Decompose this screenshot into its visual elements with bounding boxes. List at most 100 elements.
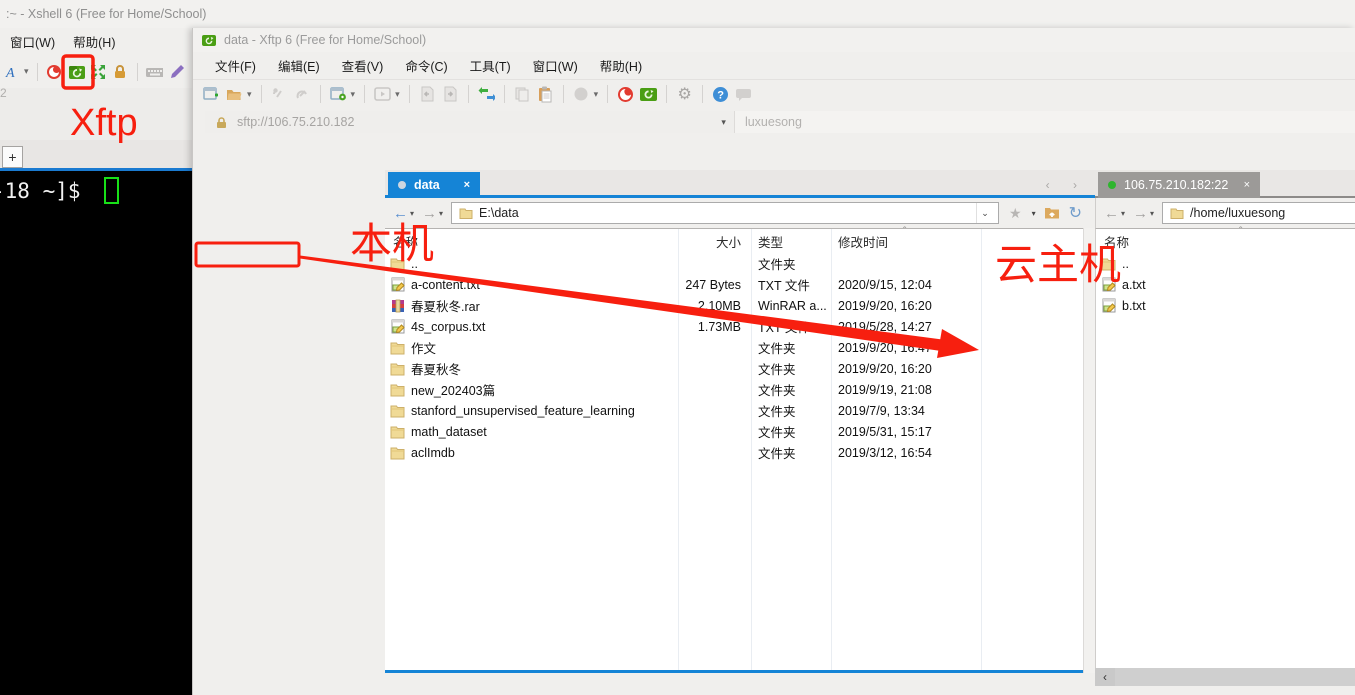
- xshell-menu-help[interactable]: 帮助(H): [73, 32, 115, 51]
- file-row[interactable]: ..: [1096, 253, 1355, 274]
- file-name[interactable]: new_202403篇: [411, 380, 495, 399]
- dropdown-caret[interactable]: ▾: [395, 89, 400, 100]
- terminal[interactable]: -18 ~]$: [0, 168, 192, 695]
- forward-dropdown-caret[interactable]: ▾: [439, 209, 443, 218]
- file-name[interactable]: 春夏秋冬.rar: [411, 296, 480, 315]
- copy-icon[interactable]: [514, 86, 531, 103]
- doc-back-icon[interactable]: [419, 86, 436, 103]
- disconnect-icon[interactable]: [271, 86, 288, 103]
- file-row[interactable]: aclImdb文件夹2019/3/12, 16:54: [385, 442, 1083, 463]
- menu-file[interactable]: 文件(F): [215, 56, 256, 75]
- menu-edit[interactable]: 编辑(E): [278, 56, 320, 75]
- file-row[interactable]: 春夏秋冬.rar2.10MBWinRAR a...2019/9/20, 16:2…: [385, 295, 1083, 316]
- file-name[interactable]: stanford_unsupervised_feature_learning: [411, 404, 635, 418]
- file-name[interactable]: ..: [1122, 257, 1129, 271]
- file-name[interactable]: 4s_corpus.txt: [411, 320, 485, 334]
- back-dropdown-caret[interactable]: ▾: [410, 209, 414, 218]
- menu-help[interactable]: 帮助(H): [600, 56, 642, 75]
- file-row[interactable]: a.txt0 BytesTXT 文件: [1096, 274, 1355, 295]
- remote-path-input[interactable]: /home/luxuesong: [1162, 202, 1355, 224]
- menu-tools[interactable]: 工具(T): [470, 56, 511, 75]
- xshell-menu-window[interactable]: 窗口(W): [10, 32, 55, 51]
- header-size[interactable]: 大小: [678, 232, 751, 251]
- session-properties-icon[interactable]: [330, 86, 347, 103]
- open-folder-icon[interactable]: [226, 86, 243, 103]
- file-name[interactable]: math_dataset: [411, 425, 487, 439]
- header-name[interactable]: 名称: [1096, 232, 1355, 251]
- lock-icon[interactable]: [112, 63, 129, 80]
- tab-scroll-arrows[interactable]: ‹ ›: [1046, 178, 1087, 192]
- new-session-icon[interactable]: [203, 86, 220, 103]
- xagent-icon[interactable]: [46, 63, 63, 80]
- remote-horizontal-scrollbar[interactable]: ‹: [1095, 668, 1355, 686]
- dropdown-caret[interactable]: ▾: [24, 66, 29, 77]
- favorites-dropdown-caret[interactable]: ▾: [1032, 209, 1036, 218]
- file-name[interactable]: 春夏秋冬: [411, 359, 461, 378]
- new-tab-button[interactable]: +: [2, 146, 23, 168]
- dropdown-caret[interactable]: ▾: [247, 89, 252, 100]
- path-combo-caret[interactable]: ⌄: [976, 203, 993, 223]
- local-folder-tab[interactable]: data ×: [388, 172, 480, 198]
- file-row[interactable]: new_202403篇文件夹2019/9/19, 21:08: [385, 379, 1083, 400]
- header-type[interactable]: 类型: [751, 232, 831, 251]
- file-row[interactable]: 春夏秋冬文件夹2019/9/20, 16:20: [385, 358, 1083, 379]
- forward-icon[interactable]: →: [422, 205, 437, 222]
- scroll-left-icon[interactable]: ‹: [1095, 668, 1115, 686]
- svg-text:A: A: [5, 66, 15, 80]
- user-field[interactable]: luxuesong: [734, 111, 1355, 133]
- menu-view[interactable]: 查看(V): [342, 56, 384, 75]
- file-name[interactable]: a.txt: [1122, 278, 1146, 292]
- local-path-input[interactable]: E:\data ⌄: [451, 202, 999, 224]
- doc-forward-icon[interactable]: [442, 86, 459, 103]
- reconnect-icon[interactable]: [294, 86, 311, 103]
- file-row[interactable]: math_dataset文件夹2019/5/31, 15:17: [385, 421, 1083, 442]
- compose-icon[interactable]: [168, 63, 185, 80]
- back-icon[interactable]: ←: [393, 205, 408, 222]
- keyboard-icon[interactable]: [146, 63, 163, 80]
- file-name[interactable]: aclImdb: [411, 446, 455, 460]
- back-dropdown-caret[interactable]: ▾: [1121, 209, 1125, 218]
- file-type: 文件夹: [751, 254, 831, 273]
- file-row[interactable]: .. 文件夹: [385, 253, 1083, 274]
- forward-dropdown-caret[interactable]: ▾: [1150, 209, 1154, 218]
- menu-command[interactable]: 命令(C): [405, 56, 447, 75]
- close-icon[interactable]: ×: [464, 179, 470, 191]
- xftp-launch-icon[interactable]: [68, 63, 85, 80]
- file-row[interactable]: 作文文件夹2019/9/20, 16:47: [385, 337, 1083, 358]
- font-icon[interactable]: A: [4, 63, 21, 80]
- favorites-star-icon[interactable]: ★: [1009, 205, 1022, 222]
- fullscreen-icon[interactable]: [90, 63, 107, 80]
- file-row[interactable]: 4s_corpus.txt1.73MBTXT 文件2019/5/28, 14:2…: [385, 316, 1083, 337]
- feedback-icon[interactable]: [735, 86, 752, 103]
- file-row[interactable]: stanford_unsupervised_feature_learning文件…: [385, 400, 1083, 421]
- forward-icon[interactable]: →: [1133, 205, 1148, 222]
- status-circle-icon[interactable]: [573, 86, 590, 103]
- file-row[interactable]: a-content.txt247 BytesTXT 文件2020/9/15, 1…: [385, 274, 1083, 295]
- local-vertical-scrollbar[interactable]: [1083, 228, 1095, 673]
- dropdown-caret[interactable]: ▾: [351, 89, 356, 100]
- file-row[interactable]: b.txt0 BytesTXT 文件: [1096, 295, 1355, 316]
- remote-session-tab[interactable]: 106.75.210.182:22 ×: [1098, 172, 1260, 198]
- file-name[interactable]: ..: [411, 257, 418, 271]
- refresh-icon[interactable]: ↻: [1069, 203, 1082, 223]
- file-type: 文件夹: [751, 359, 831, 378]
- header-name[interactable]: 名称: [385, 232, 678, 251]
- run-icon[interactable]: [374, 86, 391, 103]
- file-name[interactable]: a-content.txt: [411, 278, 480, 292]
- file-name[interactable]: b.txt: [1122, 299, 1146, 313]
- up-directory-icon[interactable]: [1044, 205, 1061, 222]
- address-dropdown-caret[interactable]: ▾: [721, 117, 726, 128]
- help-icon[interactable]: ?: [712, 86, 729, 103]
- paste-icon[interactable]: [537, 86, 554, 103]
- back-icon[interactable]: ←: [1104, 205, 1119, 222]
- transfer-icon[interactable]: [478, 86, 495, 103]
- xagent-icon[interactable]: [617, 86, 634, 103]
- settings-gear-icon[interactable]: ⚙: [676, 86, 693, 103]
- xftp-icon[interactable]: [640, 86, 657, 103]
- close-icon[interactable]: ×: [1244, 179, 1250, 191]
- file-name[interactable]: 作文: [411, 338, 436, 357]
- file-modified: 2020/9/15, 12:04: [831, 278, 981, 292]
- dropdown-caret[interactable]: ▾: [594, 89, 599, 100]
- menu-window[interactable]: 窗口(W): [533, 56, 578, 75]
- address-field[interactable]: sftp://106.75.210.182 ▾: [205, 111, 734, 133]
